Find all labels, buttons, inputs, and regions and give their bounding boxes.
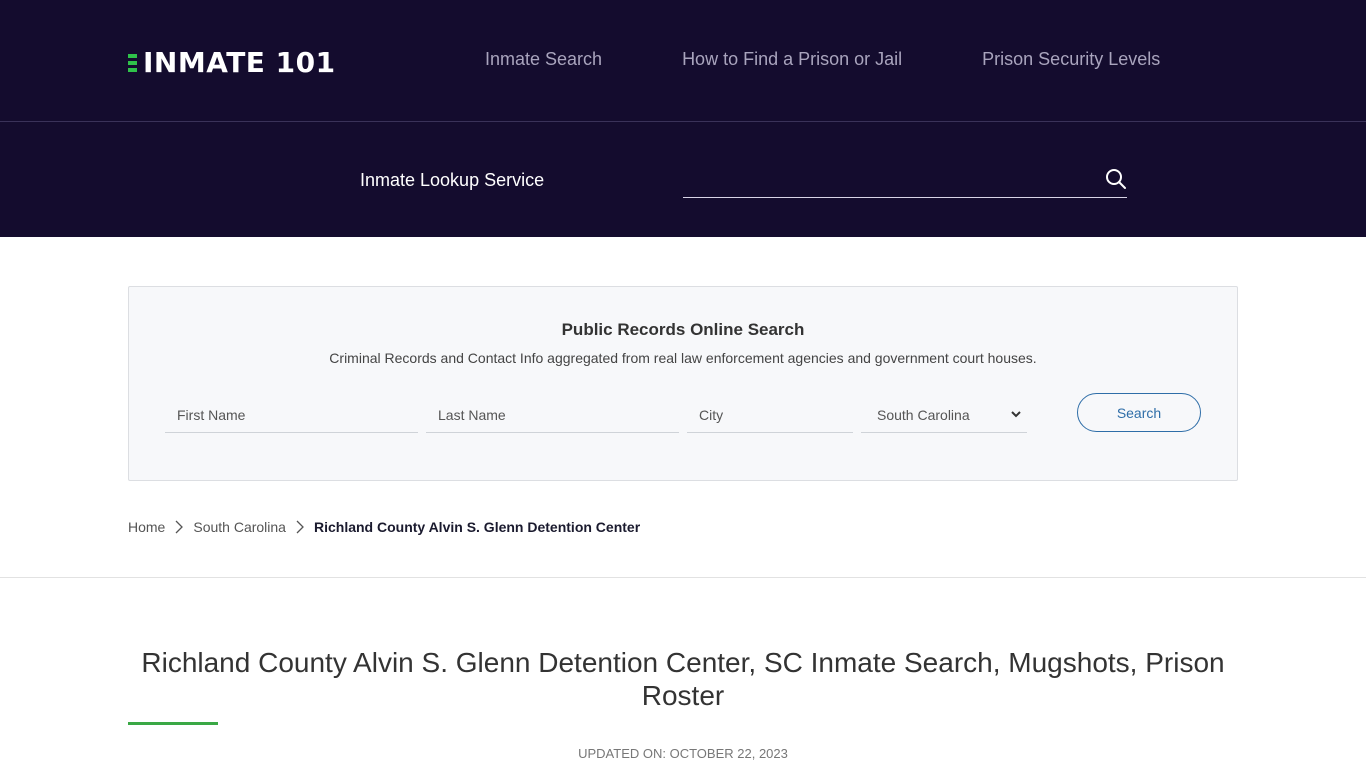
chevron-down-icon bbox=[1011, 411, 1021, 418]
logo-bars-icon bbox=[128, 53, 137, 72]
first-name-input[interactable] bbox=[165, 397, 418, 432]
city-input[interactable] bbox=[687, 397, 853, 432]
search-button[interactable]: Search bbox=[1077, 393, 1201, 432]
page-title: Richland County Alvin S. Glenn Detention… bbox=[141, 647, 1225, 711]
card-subtitle: Criminal Records and Contact Info aggreg… bbox=[329, 350, 1037, 366]
breadcrumb: Home South Carolina Richland County Alvi… bbox=[128, 519, 640, 535]
breadcrumb-current: Richland County Alvin S. Glenn Detention… bbox=[313, 519, 641, 535]
updated-date: UPDATED ON: OCTOBER 22, 2023 bbox=[578, 746, 788, 761]
card-title: Public Records Online Search bbox=[561, 320, 805, 339]
site-header: INMATE 101 Inmate Search How to Find a P… bbox=[0, 0, 1366, 122]
nav-security-levels[interactable]: Prison Security Levels bbox=[982, 49, 1160, 70]
chevron-right-icon bbox=[175, 520, 184, 534]
public-records-search-card: Public Records Online Search Criminal Re… bbox=[128, 286, 1238, 481]
chevron-right-icon bbox=[296, 520, 304, 534]
state-select[interactable]: South Carolina bbox=[861, 397, 1027, 432]
last-name-field bbox=[426, 397, 679, 433]
first-name-field bbox=[165, 397, 418, 433]
lookup-label: Inmate Lookup Service bbox=[360, 170, 545, 190]
main-nav: Inmate Search How to Find a Prison or Ja… bbox=[485, 49, 1160, 70]
title-accent-bar bbox=[128, 722, 218, 725]
section-divider bbox=[0, 577, 1366, 578]
state-field: South Carolina bbox=[861, 397, 1027, 433]
nav-inmate-search[interactable]: Inmate Search bbox=[485, 49, 602, 70]
city-field bbox=[687, 397, 853, 433]
logo-text: INMATE 101 bbox=[143, 46, 336, 79]
last-name-input[interactable] bbox=[426, 397, 679, 432]
site-logo[interactable]: INMATE 101 bbox=[128, 46, 336, 79]
lookup-search-field bbox=[683, 160, 1127, 198]
lookup-search-input[interactable] bbox=[683, 160, 1093, 196]
state-selected-value: South Carolina bbox=[877, 406, 970, 423]
nav-find-prison[interactable]: How to Find a Prison or Jail bbox=[682, 49, 902, 70]
breadcrumb-state[interactable]: South Carolina bbox=[193, 519, 286, 535]
breadcrumb-home[interactable]: Home bbox=[128, 519, 165, 535]
search-icon[interactable] bbox=[1105, 168, 1127, 190]
